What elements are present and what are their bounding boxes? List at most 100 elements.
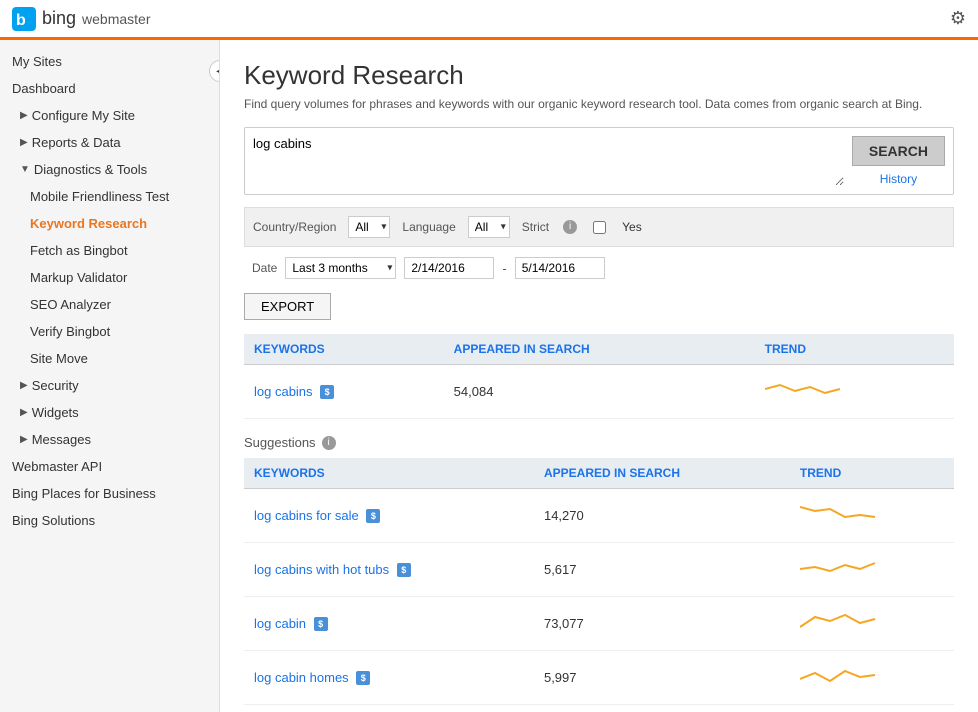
sidebar-label: Verify Bingbot [30, 324, 110, 339]
sidebar-label: Webmaster API [12, 459, 102, 474]
keyword-link[interactable]: log cabin [254, 616, 306, 631]
bing-logo-text: bing [42, 8, 76, 29]
keyword-link[interactable]: log cabins [254, 384, 313, 399]
date-separator: - [502, 261, 506, 276]
gear-icon[interactable]: ⚙ [950, 8, 966, 29]
sidebar-item-keyword-research[interactable]: Keyword Research [0, 210, 219, 237]
suggestions-header: Suggestions i [244, 435, 954, 450]
svg-text:b: b [16, 12, 26, 29]
sidebar-item-dashboard[interactable]: Dashboard [0, 75, 219, 102]
sidebar-item-mobile[interactable]: Mobile Friendliness Test [0, 183, 219, 210]
keyword-link[interactable]: log cabin homes [254, 670, 349, 685]
dollar-icon: $ [320, 385, 334, 399]
date-preset-wrapper: Last 3 months Last 6 months Last 12 mont… [285, 257, 396, 279]
count-cell: 54,084 [444, 365, 755, 419]
search-right: SEARCH History [852, 136, 945, 186]
language-select-wrapper: All [468, 216, 510, 238]
topbar: b bing webmaster ⚙ [0, 0, 978, 40]
count-cell: 5,617 [534, 543, 790, 597]
search-button[interactable]: SEARCH [852, 136, 945, 166]
sidebar-item-seo[interactable]: SEO Analyzer [0, 291, 219, 318]
arrow-icon: ▶ [20, 380, 28, 391]
page-description: Find query volumes for phrases and keywo… [244, 97, 954, 111]
sugg-col-keywords: KEYWORDS [244, 458, 534, 489]
main-results-table: KEYWORDS APPEARED IN SEARCH TREND log ca… [244, 334, 954, 419]
sidebar-item-configure[interactable]: ▶ Configure My Site [0, 102, 219, 129]
language-select[interactable]: All [468, 216, 510, 238]
count-cell: 5,997 [534, 651, 790, 705]
date-row: Date Last 3 months Last 6 months Last 12… [244, 257, 954, 279]
sidebar-label: Dashboard [12, 81, 76, 96]
filters-row: Country/Region All Language All Strict i… [244, 207, 954, 247]
history-link[interactable]: History [880, 172, 917, 186]
sidebar-item-reports[interactable]: ▶ Reports & Data [0, 129, 219, 156]
date-preset-select[interactable]: Last 3 months Last 6 months Last 12 mont… [285, 257, 396, 279]
sidebar-label: Widgets [32, 405, 79, 420]
country-select[interactable]: All [348, 216, 390, 238]
trend-cell [755, 365, 954, 419]
country-label: Country/Region [253, 220, 336, 234]
table-row: log cabin $ 73,077 [244, 597, 954, 651]
sidebar-item-markup[interactable]: Markup Validator [0, 264, 219, 291]
sidebar-item-diagnostics[interactable]: ▼ Diagnostics & Tools [0, 156, 219, 183]
keyword-link[interactable]: log cabins for sale [254, 508, 359, 523]
country-select-wrapper: All [348, 216, 390, 238]
sidebar-item-places[interactable]: Bing Places for Business [0, 480, 219, 507]
sidebar-item-sitemove[interactable]: Site Move [0, 345, 219, 372]
sidebar-label: Diagnostics & Tools [34, 162, 147, 177]
sidebar-item-widgets[interactable]: ▶ Widgets [0, 399, 219, 426]
keyword-link[interactable]: log cabins with hot tubs [254, 562, 389, 577]
topbar-left: b bing webmaster [12, 7, 151, 31]
count-cell: 47,033 [534, 705, 790, 712]
page-title: Keyword Research [244, 60, 954, 91]
suggestions-info-icon[interactable]: i [322, 436, 336, 450]
dollar-icon: $ [314, 617, 328, 631]
sidebar-item-mysites[interactable]: My Sites [0, 48, 219, 75]
col-appeared: APPEARED IN SEARCH [444, 334, 755, 365]
main-content: Keyword Research Find query volumes for … [220, 40, 978, 712]
sidebar-item-fetch[interactable]: Fetch as Bingbot [0, 237, 219, 264]
search-input[interactable]: log cabins [253, 136, 844, 186]
table-row: log cabins for sale $ 14,270 [244, 489, 954, 543]
sidebar-label: Keyword Research [30, 216, 147, 231]
table-row: log homes $ 47,033 [244, 705, 954, 712]
date-to-input[interactable] [515, 257, 605, 279]
sidebar-item-api[interactable]: Webmaster API [0, 453, 219, 480]
suggestions-table: KEYWORDS APPEARED IN SEARCH TREND log ca… [244, 458, 954, 712]
date-from-input[interactable] [404, 257, 494, 279]
arrow-icon: ▶ [20, 407, 28, 418]
dollar-icon: $ [397, 563, 411, 577]
export-button[interactable]: EXPORT [244, 293, 331, 320]
sidebar-label: Bing Places for Business [12, 486, 156, 501]
suggestions-table-wrapper: KEYWORDS APPEARED IN SEARCH TREND log ca… [244, 458, 954, 712]
sidebar-item-messages[interactable]: ▶ Messages [0, 426, 219, 453]
strict-label: Strict [522, 220, 549, 234]
main-results-table-wrapper: KEYWORDS APPEARED IN SEARCH TREND log ca… [244, 334, 954, 435]
arrow-icon: ▶ [20, 110, 28, 121]
sidebar-label: Reports & Data [32, 135, 121, 150]
trend-cell [790, 651, 954, 705]
suggestions-label: Suggestions [244, 435, 316, 450]
bing-logo-subtext: webmaster [82, 11, 150, 27]
sidebar: ◀ My Sites Dashboard ▶ Configure My Site… [0, 40, 220, 712]
sidebar-item-security[interactable]: ▶ Security [0, 372, 219, 399]
sidebar-label: Security [32, 378, 79, 393]
sugg-col-trend: TREND [790, 458, 954, 489]
sidebar-label: SEO Analyzer [30, 297, 111, 312]
trend-cell [790, 489, 954, 543]
language-label: Language [402, 220, 455, 234]
count-cell: 73,077 [534, 597, 790, 651]
arrow-icon: ▶ [20, 434, 28, 445]
sidebar-item-solutions[interactable]: Bing Solutions [0, 507, 219, 534]
arrow-icon: ▼ [20, 164, 30, 175]
sidebar-item-verify[interactable]: Verify Bingbot [0, 318, 219, 345]
bing-logo-icon: b [12, 7, 36, 31]
sidebar-label: Messages [32, 432, 91, 447]
table-row: log cabins $ 54,084 [244, 365, 954, 419]
strict-info-icon[interactable]: i [563, 220, 577, 234]
strict-checkbox[interactable] [593, 221, 606, 234]
trend-cell [790, 543, 954, 597]
yes-label: Yes [622, 220, 642, 234]
trend-cell [790, 597, 954, 651]
sidebar-label: Site Move [30, 351, 88, 366]
